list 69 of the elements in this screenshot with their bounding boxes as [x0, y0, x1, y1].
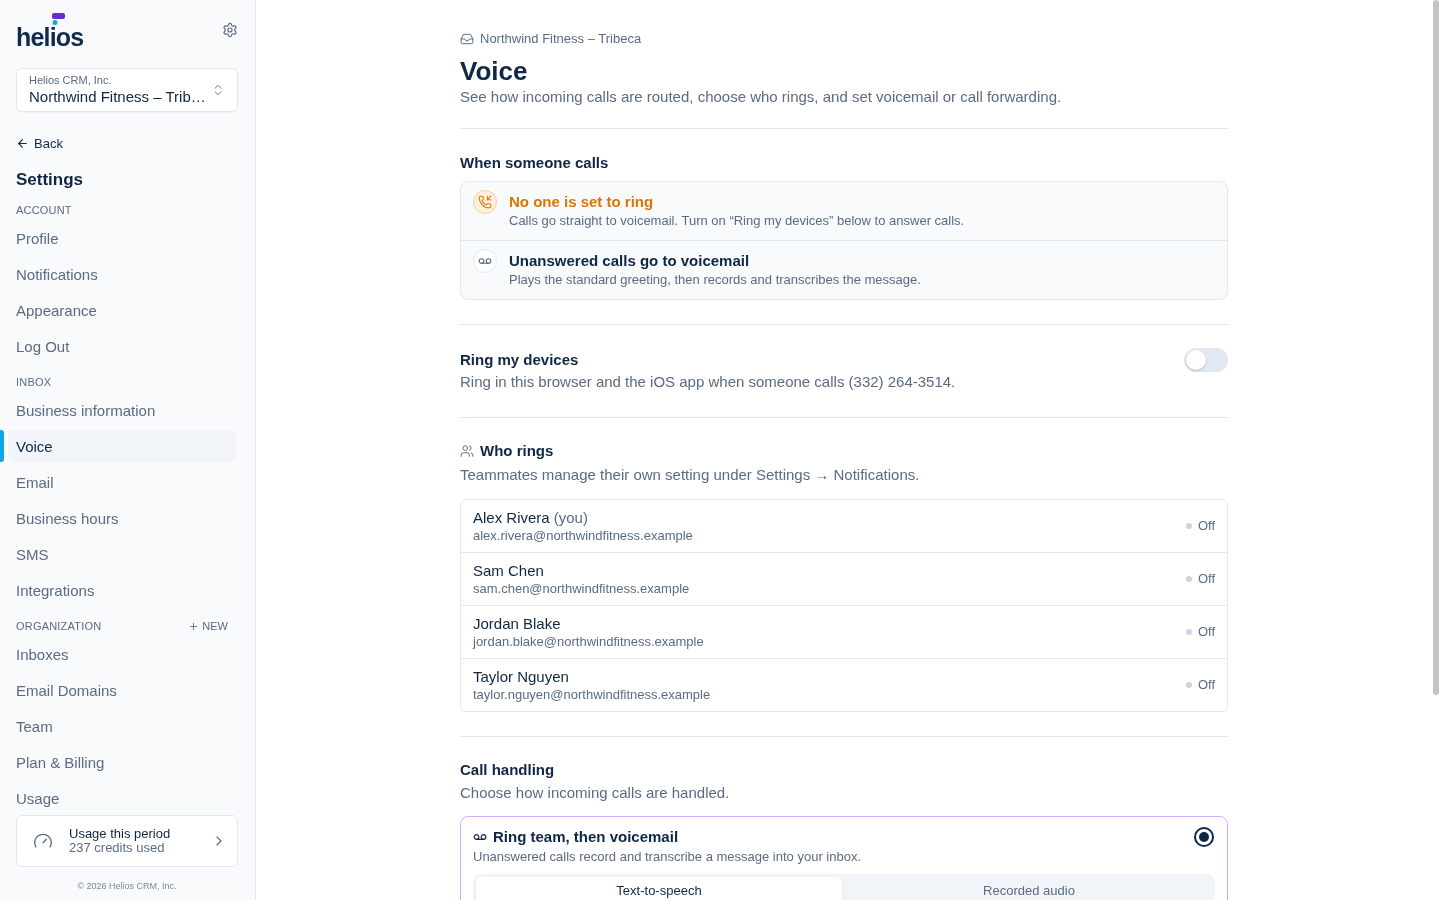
nav-item[interactable]: Inboxes — [8, 638, 236, 670]
section-description: Choose how incoming calls are handled. — [460, 783, 731, 803]
settings-icon[interactable] — [222, 22, 238, 38]
member-email: jordan.blake@northwindfitness.example — [473, 634, 704, 650]
phone-incoming-icon — [473, 190, 497, 214]
logo[interactable]: helios — [16, 25, 84, 50]
member-status: Off — [1197, 518, 1215, 534]
toggle-switch[interactable] — [1184, 348, 1228, 372]
member-status: Off — [1197, 677, 1215, 693]
notice-title: No one is set to ring — [509, 192, 655, 212]
sidebar-title: Settings — [16, 169, 85, 191]
nav-item[interactable]: Profile — [8, 222, 236, 254]
setting-description: Ring in this browser and the iOS app when someone calls (332) 264-3514. — [460, 372, 956, 392]
radio-button[interactable] — [1194, 827, 1214, 847]
usage-card[interactable]: Usage this period 237 credits used — [16, 815, 238, 867]
page-title: Voice — [460, 56, 529, 86]
section-description: Teammates manage their own setting under Settings → Notifications. — [460, 465, 921, 485]
voicemail-icon — [473, 249, 497, 273]
nav-item[interactable]: Email — [8, 466, 236, 498]
notice-description: Plays the standard greeting, then records and transcribes the message. — [509, 271, 921, 289]
section-title: Call handling — [460, 760, 556, 780]
member-name: Sam Chen — [473, 561, 544, 581]
setting-title: Ring my devices — [460, 350, 580, 370]
option-description: Unanswered calls record and transcribe a message into your inbox. — [473, 848, 863, 866]
tab[interactable]: Text-to-speech — [476, 877, 842, 900]
member-name: Alex Rivera — [473, 508, 550, 528]
arrow-left-icon — [16, 136, 29, 150]
section-heading: ORGANIZATION — [16, 619, 102, 634]
new-button[interactable]: NEW — [188, 618, 228, 634]
org-switcher[interactable]: Helios CRM, Inc. Northwind Fitness – Trib… — [16, 68, 238, 112]
tab[interactable]: Recorded audio — [846, 877, 1212, 900]
plus-icon — [188, 620, 200, 632]
nav-item[interactable]: Usage — [8, 782, 236, 814]
breadcrumb: Northwind Fitness – Tribeca — [480, 30, 642, 48]
member-name: Jordan Blake — [473, 614, 561, 634]
nav-item[interactable]: Integrations — [8, 574, 236, 606]
nav-item[interactable]: Notifications — [8, 258, 236, 290]
nav-item[interactable]: Appearance — [8, 294, 236, 326]
member-email: sam.chen@northwindfitness.example — [473, 581, 690, 597]
section-title: Who rings — [480, 441, 554, 461]
back-link[interactable]: Back — [16, 133, 63, 153]
option-title: Ring team, then voicemail — [493, 827, 679, 847]
nav-item[interactable]: Plan & Billing — [8, 746, 236, 778]
logo-mark-icon — [52, 13, 65, 25]
notice-title: Unanswered calls go to voicemail — [509, 251, 751, 271]
notice-description: Calls go straight to voicemail. Turn on “Ring my devices” below to answer calls. — [509, 212, 965, 230]
member-status: Off — [1197, 571, 1215, 587]
scrollbar-thumb[interactable] — [1433, 0, 1439, 695]
inbox-icon — [460, 32, 474, 46]
nav-item[interactable]: Business hours — [8, 502, 236, 534]
nav-item[interactable]: SMS — [8, 538, 236, 570]
page-description: See how incoming calls are routed, choose who rings, and set voicemail or call forwarding. — [460, 87, 1063, 107]
copyright-text: © 2026 Helios CRM, Inc. — [77, 880, 177, 892]
nav-item[interactable]: Voice — [8, 430, 236, 462]
nav-item[interactable]: Email Domains — [8, 674, 236, 706]
active-marker-icon — [0, 430, 4, 462]
section-heading: INBOX — [16, 375, 52, 390]
call-option-card[interactable]: Ring team, then voicemail Unanswered calls record and transcribe a message into your inbox. Text-to-speech Recorded audio — [460, 816, 1228, 900]
member-email: taylor.nguyen@northwindfitness.example — [473, 687, 711, 703]
section-title: When someone calls — [460, 153, 610, 173]
users-icon — [460, 444, 474, 458]
nav-item[interactable]: Business information — [8, 394, 236, 426]
section-heading: ACCOUNT — [16, 203, 72, 218]
member-name: Taylor Nguyen — [473, 667, 569, 687]
nav-item[interactable]: Log Out — [8, 330, 236, 362]
member-email: alex.rivera@northwindfitness.example — [473, 528, 693, 544]
member-note: (you) — [553, 508, 588, 528]
nav-item[interactable]: Team — [8, 710, 236, 742]
member-status: Off — [1197, 624, 1215, 640]
